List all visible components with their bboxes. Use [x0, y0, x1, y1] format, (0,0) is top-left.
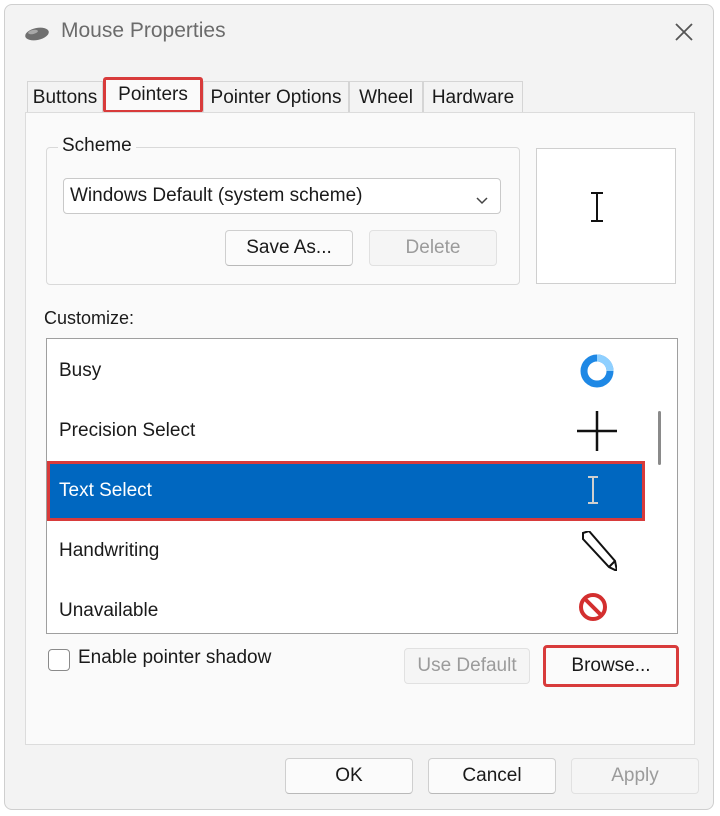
chevron-down-icon — [474, 187, 490, 221]
customize-label: Customize: — [44, 308, 135, 328]
crosshair-icon — [577, 411, 617, 451]
mouse-properties-window: Mouse Properties Buttons Pointers Pointe… — [4, 4, 714, 810]
apply-button[interactable]: Apply — [571, 758, 699, 794]
list-item-label: Text Select — [59, 480, 152, 501]
window-title: Mouse Properties — [61, 19, 226, 42]
list-item-label: Unavailable — [59, 600, 159, 621]
scheme-selected-value: Windows Default (system scheme) — [70, 185, 363, 206]
tab-buttons[interactable]: Buttons — [27, 81, 103, 113]
list-item-label: Handwriting — [59, 540, 160, 561]
tab-pointers[interactable]: Pointers — [103, 77, 203, 113]
pointers-panel: Windows Default (system scheme) Save As.… — [25, 112, 695, 745]
cursor-list[interactable]: Busy Precision Select Text Select Handwr… — [46, 338, 678, 634]
text-beam-icon — [577, 471, 617, 511]
mouse-icon — [23, 25, 51, 48]
enable-pointer-shadow-checkbox[interactable] — [48, 649, 70, 671]
delete-button[interactable]: Delete — [369, 230, 497, 266]
tab-wheel[interactable]: Wheel — [349, 81, 423, 113]
use-default-button[interactable]: Use Default — [404, 648, 530, 684]
tab-pointer-options[interactable]: Pointer Options — [203, 81, 349, 113]
list-item-busy[interactable]: Busy — [47, 341, 645, 401]
list-item-handwriting[interactable]: Handwriting — [47, 521, 645, 581]
list-item-text-select[interactable]: Text Select — [47, 461, 645, 521]
text-beam-icon — [591, 192, 603, 222]
close-button[interactable] — [669, 17, 699, 47]
pen-icon — [577, 529, 619, 573]
list-item-unavailable[interactable]: Unavailable — [47, 581, 645, 633]
list-item-label: Precision Select — [59, 420, 196, 441]
browse-button[interactable]: Browse... — [543, 645, 679, 687]
scheme-dropdown[interactable]: Windows Default (system scheme) — [63, 178, 501, 214]
pointer-preview — [536, 148, 676, 284]
title-bar: Mouse Properties — [5, 5, 713, 63]
cancel-button[interactable]: Cancel — [428, 758, 556, 794]
enable-pointer-shadow-label[interactable]: Enable pointer shadow — [78, 647, 271, 669]
close-icon — [675, 23, 693, 41]
list-scrollbar-thumb[interactable] — [658, 411, 661, 465]
scheme-group: Windows Default (system scheme) Save As.… — [46, 147, 520, 285]
list-item-precision-select[interactable]: Precision Select — [47, 401, 645, 461]
list-item-label: Busy — [59, 360, 102, 381]
tab-hardware[interactable]: Hardware — [423, 81, 523, 113]
save-as-button[interactable]: Save As... — [225, 230, 353, 266]
scheme-label: Scheme — [58, 135, 136, 157]
ok-button[interactable]: OK — [285, 758, 413, 794]
busy-ring-icon — [577, 351, 617, 391]
unavailable-icon — [577, 591, 617, 631]
